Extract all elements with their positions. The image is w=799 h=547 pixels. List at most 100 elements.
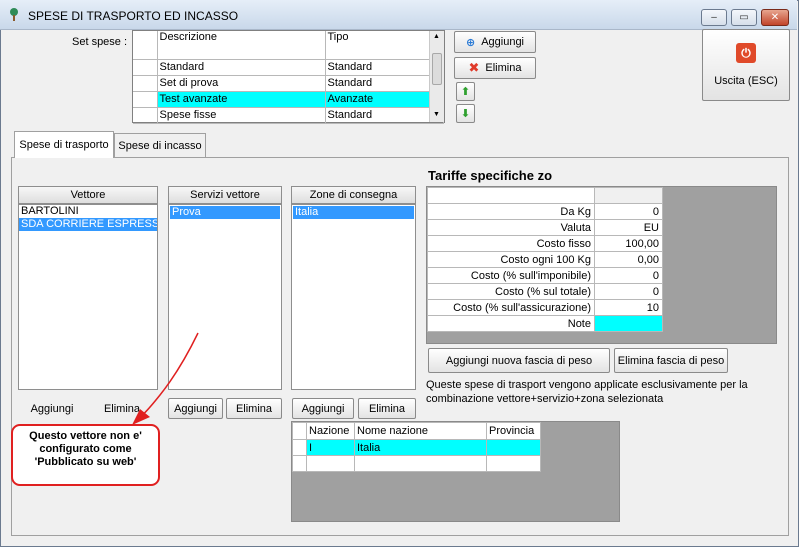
cell-nome-nazione[interactable]: Italia bbox=[354, 439, 487, 456]
cell-provincia[interactable] bbox=[486, 439, 541, 456]
cell-nome-nazione[interactable] bbox=[354, 455, 487, 472]
list-item-selected[interactable]: Prova bbox=[170, 206, 280, 219]
column-descrizione[interactable]: Descrizione bbox=[157, 31, 326, 60]
cell-tipo[interactable]: Avanzate bbox=[325, 91, 444, 108]
table-row[interactable]: Set di prova Standard bbox=[133, 75, 444, 92]
column-nazione[interactable]: Nazione bbox=[306, 422, 355, 440]
cell-tipo[interactable]: Standard bbox=[325, 59, 444, 76]
tariffe-header-value bbox=[594, 187, 663, 204]
tariffa-label: Note bbox=[427, 315, 595, 332]
scroll-thumb[interactable] bbox=[432, 53, 442, 85]
table-row-selected[interactable]: Test avanzate Avanzate bbox=[133, 91, 444, 108]
cell-descrizione[interactable]: Test avanzate bbox=[157, 91, 326, 108]
zone-list[interactable]: Italia bbox=[291, 204, 416, 390]
tariffa-value[interactable]: 0,00 bbox=[594, 251, 663, 268]
tariffa-value[interactable]: 10 bbox=[594, 299, 663, 316]
info-text: Queste spese di trasport vengono applica… bbox=[426, 378, 776, 406]
move-up-button[interactable]: ⬆ bbox=[456, 82, 475, 101]
maximize-button[interactable]: ▭ bbox=[731, 9, 757, 26]
column-provincia[interactable]: Provincia bbox=[486, 422, 541, 440]
table-row[interactable]: Spese fisse Standard bbox=[133, 107, 444, 124]
row-indicator bbox=[133, 91, 158, 108]
tariffa-value[interactable]: 0 bbox=[594, 267, 663, 284]
list-item[interactable]: BARTOLINI bbox=[19, 205, 157, 218]
close-button[interactable]: ✕ bbox=[761, 9, 789, 26]
callout-line-1: Questo vettore non e' bbox=[29, 430, 142, 442]
aggiungi-fascia-button[interactable]: Aggiungi nuova fascia di peso bbox=[428, 348, 610, 373]
nazioni-header-row: Nazione Nome nazione Provincia bbox=[292, 422, 541, 440]
arrow-up-icon: ⬆ bbox=[460, 86, 471, 98]
elimina-set-button[interactable]: ✖ Elimina bbox=[454, 57, 536, 79]
tariffa-label: Costo ogni 100 Kg bbox=[427, 251, 595, 268]
list-item-selected[interactable]: SDA CORRIERE ESPRESSO bbox=[19, 218, 157, 231]
row-indicator bbox=[133, 107, 158, 124]
column-tipo[interactable]: Tipo bbox=[325, 31, 444, 60]
title-bar: SPESE DI TRASPORTO ED INCASSO ‒ ▭ ✕ bbox=[0, 0, 797, 30]
elimina-fascia-button[interactable]: Elimina fascia di peso bbox=[614, 348, 728, 373]
info-line-2: combinazione vettore+servizio+zona selez… bbox=[426, 393, 664, 405]
annotation-callout: Questo vettore non e' configurato come '… bbox=[11, 424, 160, 486]
tariffa-label: Valuta bbox=[427, 219, 595, 236]
row-indicator bbox=[133, 59, 158, 76]
callout-line-2: configurato come bbox=[39, 443, 132, 455]
annotation-arrow-icon bbox=[132, 332, 199, 425]
delete-x-icon: ✖ bbox=[468, 60, 480, 75]
row-indicator-header bbox=[292, 422, 307, 440]
scroll-up-icon[interactable]: ▲ bbox=[433, 33, 440, 40]
elimina-zona-button[interactable]: Elimina bbox=[358, 398, 416, 419]
aggiungi-set-label: Aggiungi bbox=[481, 36, 525, 48]
cell-descrizione[interactable]: Set di prova bbox=[157, 75, 326, 92]
cell-tipo[interactable]: Standard bbox=[325, 75, 444, 92]
cell-provincia[interactable] bbox=[486, 455, 541, 472]
power-icon: ⏻ bbox=[736, 43, 756, 63]
info-line-1: Queste spese di trasport vengono applica… bbox=[426, 379, 748, 391]
cell-nazione[interactable] bbox=[306, 455, 355, 472]
minimize-button[interactable]: ‒ bbox=[701, 9, 727, 26]
tariffe-title: Tariffe specifiche zo bbox=[428, 168, 553, 183]
tariffa-label: Costo (% sul totale) bbox=[427, 283, 595, 300]
aggiungi-set-button[interactable]: ⊕ Aggiungi bbox=[454, 31, 536, 53]
cell-nazione[interactable]: I bbox=[306, 439, 355, 456]
list-item-selected[interactable]: Italia bbox=[293, 206, 414, 219]
callout-line-3: 'Pubblicato su web' bbox=[34, 456, 137, 468]
tariffa-value[interactable]: 100,00 bbox=[594, 235, 663, 252]
table-row-new[interactable] bbox=[292, 455, 541, 472]
nazioni-panel: Nazione Nome nazione Provincia I Italia bbox=[291, 421, 620, 522]
move-down-button[interactable]: ⬇ bbox=[456, 104, 475, 123]
tariffe-grid: Da Kg 0 Valuta EU Costo fisso 100,00 Costo … bbox=[426, 186, 777, 344]
tariffa-value[interactable]: 0 bbox=[594, 203, 663, 220]
tariffa-label: Costo (% sull'imponibile) bbox=[427, 267, 595, 284]
row-indicator bbox=[292, 455, 307, 472]
add-icon: ⊕ bbox=[465, 36, 476, 49]
uscita-button[interactable]: ⏻ Uscita (ESC) bbox=[702, 29, 790, 101]
cell-descrizione[interactable]: Spese fisse bbox=[157, 107, 326, 124]
column-nome-nazione[interactable]: Nome nazione bbox=[354, 422, 487, 440]
table-row[interactable]: Standard Standard bbox=[133, 59, 444, 76]
cell-tipo[interactable]: Standard bbox=[325, 107, 444, 124]
vertical-scrollbar[interactable]: ▲ ▼ bbox=[429, 31, 444, 122]
cell-descrizione[interactable]: Standard bbox=[157, 59, 326, 76]
aggiungi-vettore-button[interactable]: Aggiungi bbox=[18, 399, 86, 419]
tariffa-value[interactable]: EU bbox=[594, 219, 663, 236]
uscita-label: Uscita (ESC) bbox=[714, 75, 778, 87]
tariffa-value[interactable]: 0 bbox=[594, 283, 663, 300]
row-indicator bbox=[133, 75, 158, 92]
row-indicator-header bbox=[133, 31, 158, 60]
elimina-servizio-button[interactable]: Elimina bbox=[226, 398, 282, 419]
servizi-header: Servizi vettore bbox=[168, 186, 282, 204]
tab-spese-di-incasso[interactable]: Spese di incasso bbox=[114, 133, 206, 158]
tariffa-label: Costo (% sull'assicurazione) bbox=[427, 299, 595, 316]
aggiungi-zona-button[interactable]: Aggiungi bbox=[292, 398, 354, 419]
scroll-down-icon[interactable]: ▼ bbox=[433, 111, 440, 118]
note-value-cell[interactable] bbox=[594, 315, 663, 332]
tariffa-label: Costo fisso bbox=[427, 235, 595, 252]
tariffe-header-label bbox=[427, 187, 595, 204]
row-indicator bbox=[292, 439, 307, 456]
tariffa-label: Da Kg bbox=[427, 203, 595, 220]
window-title: SPESE DI TRASPORTO ED INCASSO bbox=[28, 9, 239, 23]
table-row-selected[interactable]: I Italia bbox=[292, 439, 541, 456]
elimina-set-label: Elimina bbox=[485, 62, 522, 74]
truck-app-icon bbox=[10, 8, 18, 21]
arrow-down-icon: ⬇ bbox=[460, 108, 471, 120]
tab-spese-di-trasporto[interactable]: Spese di trasporto bbox=[14, 131, 114, 158]
